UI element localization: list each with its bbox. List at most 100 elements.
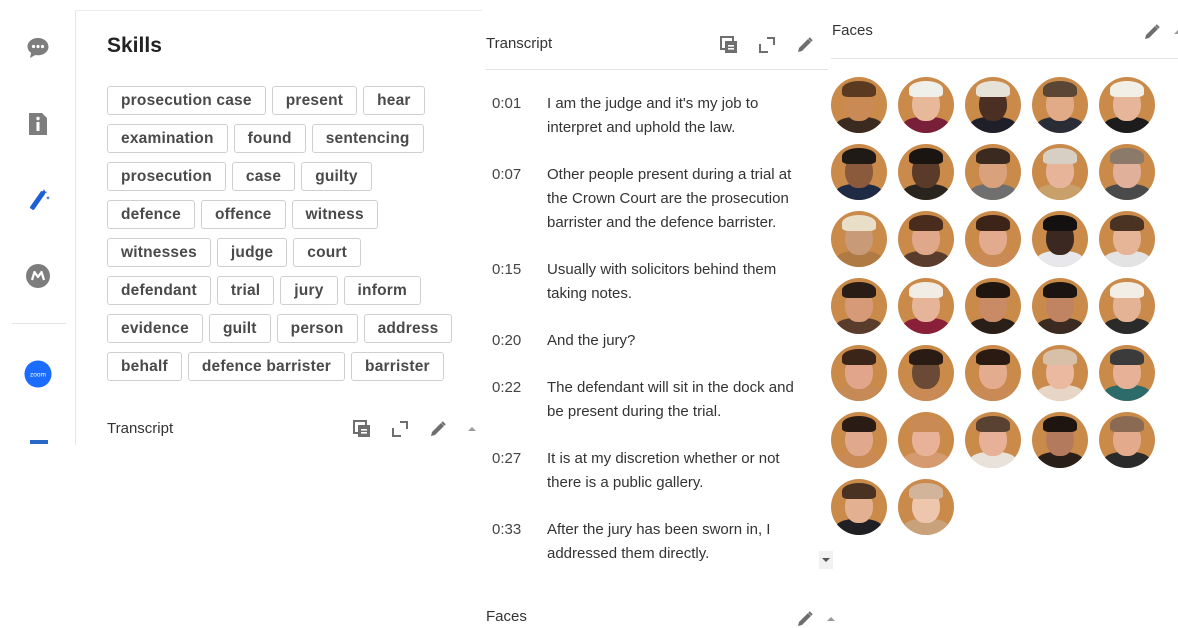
skill-chip[interactable]: guilty [301,162,372,191]
face-thumbnail[interactable] [1099,77,1155,133]
skill-chip[interactable]: prosecution [107,162,226,191]
face-thumbnail[interactable] [831,144,887,200]
transcript-text: And the jury? [547,332,636,349]
skill-chip[interactable]: court [293,238,361,267]
skill-chip[interactable]: prosecution case [107,86,266,115]
face-thumbnail[interactable] [965,144,1021,200]
face-thumbnail[interactable] [831,278,887,334]
skill-chip[interactable]: defence [107,200,195,229]
transcript-entry[interactable]: 0:22 The defendant will sit in the dock a… [492,376,814,424]
face-thumbnail[interactable] [831,211,887,267]
skill-chip[interactable]: barrister [351,352,444,381]
app-sidebar: zoom [0,10,76,445]
expand-icon[interactable] [391,420,409,438]
face-thumbnail[interactable] [831,345,887,401]
bottom-faces-label: Faces [486,608,527,625]
skill-chip[interactable]: found [233,124,306,153]
transcript-entry[interactable]: 0:33 After the jury has been sworn in, I … [492,518,814,566]
face-thumbnail[interactable] [965,412,1021,468]
skill-chip[interactable]: person [276,314,358,343]
transcript-text: Other people present during a trial at t… [547,166,792,231]
collapse-caret-icon[interactable] [1173,23,1178,41]
edit-pencil-icon[interactable] [796,610,814,628]
skills-chip-list: prosecution case present hear examination fo… [107,86,475,381]
transcript-list: 0:01 I am the judge and it's my job to in… [492,92,814,589]
faces-label: Faces [832,22,873,39]
transcript-entry[interactable]: 0:15 Usually with solicitors behind them … [492,258,814,306]
transcript-timestamp[interactable]: 0:27 [492,447,547,495]
edit-pencil-icon[interactable] [796,36,814,54]
face-thumbnail[interactable] [898,278,954,334]
chat-icon[interactable] [24,34,52,62]
face-thumbnail[interactable] [965,278,1021,334]
face-thumbnail[interactable] [965,345,1021,401]
skill-chip[interactable]: address [363,314,453,343]
skill-chip[interactable]: trial [216,276,275,305]
transcript-timestamp[interactable]: 0:22 [492,376,547,424]
transcript-label: Transcript [486,35,553,52]
transcript-entry[interactable]: 0:01 I am the judge and it's my job to in… [492,92,814,140]
skill-chip[interactable]: examination [107,124,228,153]
face-thumbnail[interactable] [898,412,954,468]
skill-chip[interactable]: judge [216,238,288,267]
transcript-panel: Transcript 0:01 I am the judge and it's m… [482,0,835,628]
skill-chip[interactable]: offence [200,200,286,229]
transcript-timestamp[interactable]: 0:07 [492,163,547,235]
skill-chip[interactable]: witnesses [107,238,211,267]
skill-chip[interactable]: behalf [107,352,182,381]
skill-chip[interactable]: evidence [107,314,203,343]
face-thumbnail[interactable] [1099,278,1155,334]
face-thumbnail[interactable] [1099,211,1155,267]
transcript-timestamp[interactable]: 0:20 [492,329,547,353]
edit-pencil-icon[interactable] [429,420,447,438]
expand-icon[interactable] [758,36,776,54]
face-thumbnail[interactable] [1099,412,1155,468]
transcript-timestamp[interactable]: 0:15 [492,258,547,306]
copy-icon[interactable] [720,36,738,54]
collapse-caret-icon[interactable] [467,420,477,438]
transcript-timestamp[interactable]: 0:33 [492,518,547,566]
edit-pencil-icon[interactable] [1143,23,1161,41]
face-thumbnail[interactable] [1099,345,1155,401]
skill-chip[interactable]: inform [343,276,421,305]
face-thumbnail[interactable] [898,479,954,535]
transcript-text: It is at my discretion whether or not th… [547,450,780,491]
face-thumbnail[interactable] [898,77,954,133]
face-thumbnail[interactable] [965,211,1021,267]
transcript-entry[interactable]: 0:20 And the jury? [492,329,814,353]
face-thumbnail[interactable] [1099,144,1155,200]
top-divider [75,10,482,11]
faces-divider [831,58,1178,59]
copy-icon[interactable] [353,420,371,438]
face-thumbnail[interactable] [1032,345,1088,401]
transcript-entry[interactable]: 0:07 Other people present during a trial … [492,163,814,235]
face-thumbnail[interactable] [1032,278,1088,334]
face-thumbnail[interactable] [1032,412,1088,468]
face-thumbnail[interactable] [831,77,887,133]
skill-chip[interactable]: guilt [208,314,271,343]
face-thumbnail[interactable] [898,345,954,401]
face-thumbnail[interactable] [965,77,1021,133]
transcript-timestamp[interactable]: 0:01 [492,92,547,140]
transcript-entry[interactable]: 0:27 It is at my discretion whether or no… [492,447,814,495]
zoom-icon[interactable]: zoom [24,360,52,388]
face-thumbnail[interactable] [898,144,954,200]
skill-chip[interactable]: defence barrister [187,352,346,381]
face-thumbnail[interactable] [898,211,954,267]
face-thumbnail[interactable] [831,479,887,535]
info-icon[interactable] [24,110,52,138]
face-thumbnail[interactable] [1032,77,1088,133]
skill-chip[interactable]: jury [280,276,338,305]
magic-wand-icon[interactable] [24,186,52,214]
skill-chip[interactable]: defendant [107,276,211,305]
skill-chip[interactable]: witness [291,200,378,229]
m-logo-icon[interactable] [24,262,52,290]
face-thumbnail[interactable] [1032,144,1088,200]
skill-chip[interactable]: case [231,162,296,191]
face-thumbnail[interactable] [1032,211,1088,267]
skill-chip[interactable]: sentencing [311,124,424,153]
skill-chip[interactable]: present [271,86,358,115]
skill-chip[interactable]: hear [363,86,425,115]
skills-title: Skills [107,34,162,57]
face-thumbnail[interactable] [831,412,887,468]
